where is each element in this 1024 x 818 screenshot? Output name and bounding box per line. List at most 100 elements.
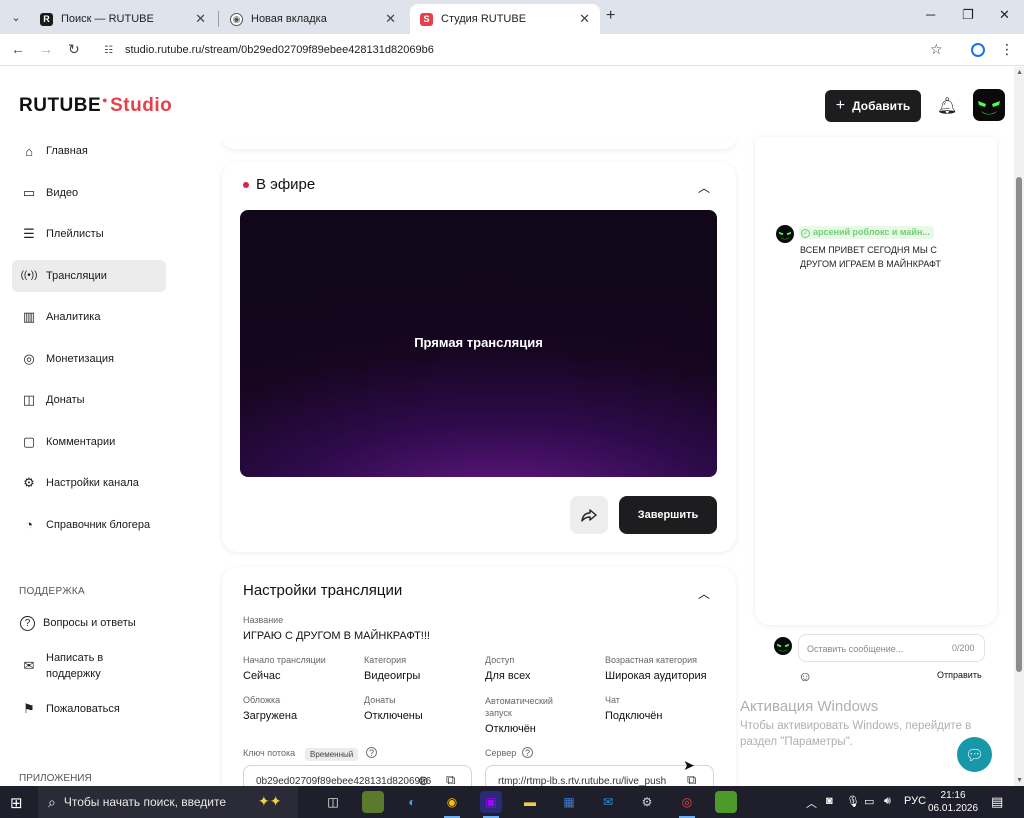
tab-new-tab[interactable]: ◉ Новая вкладка ✕ <box>220 4 406 34</box>
sidebar-item-contact-support[interactable]: ✉ Написать в поддержку <box>12 645 172 687</box>
category-value: Видеоигры <box>364 670 421 682</box>
share-button[interactable] <box>570 496 608 534</box>
tray-camera-icon[interactable]: ◙ <box>826 795 833 807</box>
notification-center-icon[interactable]: ▤ <box>991 794 1003 810</box>
close-icon[interactable]: ✕ <box>385 11 396 27</box>
tab-separator <box>218 11 219 27</box>
close-icon[interactable]: ✕ <box>579 11 590 27</box>
sidebar-item-playlists[interactable]: ☰ Плейлисты <box>12 218 172 250</box>
sidebar-item-label: Написать в поддержку <box>46 652 104 680</box>
server-field[interactable]: rtmp://rtmp-lb.s.rtv.rutube.ru/live_push <box>485 765 714 786</box>
studio-logo[interactable]: RUTUBE ● Studio <box>19 95 172 117</box>
sidebar-item-home[interactable]: ⌂ Главная <box>12 135 172 167</box>
sidebar-item-faq[interactable]: ? Вопросы и ответы <box>12 607 172 639</box>
sidebar-item-comments[interactable]: ▢ Комментарии <box>12 426 172 458</box>
tray-expand-icon[interactable]: ︿ <box>806 795 817 811</box>
microphone-icon[interactable]: 🎙︎ <box>846 795 860 808</box>
sidebar-item-monetization[interactable]: ◎ Монетизация <box>12 343 172 375</box>
sidebar-item-report[interactable]: ⚑ Пожаловаться <box>12 693 172 725</box>
profile-icon[interactable] <box>971 43 985 57</box>
task-view-icon[interactable]: ◫ <box>322 791 344 813</box>
bookmark-star-icon[interactable]: ☆ <box>930 41 943 58</box>
sidebar-item-label: Плейлисты <box>46 228 104 240</box>
stream-key-field[interactable]: 0b29ed02709f89ebee428131d82069b6 <box>243 765 472 786</box>
minecraft-icon[interactable] <box>715 791 737 813</box>
donate-icon: ◫ <box>22 392 36 407</box>
add-button[interactable]: + Добавить <box>825 90 921 122</box>
info-icon[interactable]: ? <box>366 747 377 758</box>
forward-arrow-icon[interactable]: → <box>39 41 53 57</box>
scroll-up-arrow-icon[interactable]: ▲ <box>1016 69 1023 76</box>
sidebar-item-broadcasts[interactable]: ((•)) Трансляции <box>12 259 166 292</box>
maximize-icon[interactable]: ❐ <box>962 7 974 23</box>
edge-icon[interactable]: ◐ <box>401 791 423 813</box>
scroll-down-arrow-icon[interactable]: ▼ <box>1016 777 1023 784</box>
rutube-icon: R <box>40 12 53 26</box>
scrollbar-thumb[interactable] <box>1016 177 1022 672</box>
copy-icon[interactable]: ⧉ <box>446 772 455 786</box>
browser-menu-icon[interactable]: ⋮ <box>1000 41 1014 58</box>
donations-label: Донаты <box>364 695 396 705</box>
sidebar-item-donations[interactable]: ◫ Донаты <box>12 384 172 416</box>
sidebar-item-blogger-guide[interactable]: ◔ Справочник блогера <box>12 509 172 541</box>
outlook-icon[interactable]: ✉ <box>597 791 619 813</box>
back-arrow-icon[interactable]: ← <box>11 41 25 57</box>
windows-start-icon[interactable]: ⊞ <box>10 794 23 812</box>
eye-hidden-icon[interactable]: ⊘ <box>418 773 429 786</box>
sidebar-item-video[interactable]: ▭ Видео <box>12 177 172 209</box>
recording-app-icon[interactable]: ◎ <box>676 791 698 813</box>
chrome-taskbar-icon[interactable]: ◉ <box>441 791 463 813</box>
send-message-button[interactable]: Отправить <box>937 670 982 680</box>
sidebar-item-channel-settings[interactable]: ⚙ Настройки канала <box>12 467 172 499</box>
language-indicator[interactable]: РУС <box>904 795 926 807</box>
file-explorer-icon[interactable]: ▬ <box>519 791 541 813</box>
finish-stream-button[interactable]: Завершить <box>619 496 717 534</box>
monetization-icon: ◎ <box>23 350 35 366</box>
help-chat-button[interactable]: 💬︎ <box>957 737 992 772</box>
minecraft-launcher-icon[interactable] <box>362 791 384 813</box>
taskbar-clock[interactable]: 21:16 06.01.2026 <box>928 789 978 815</box>
tab-rutube-studio[interactable]: S Студия RUTUBE ✕ <box>410 4 600 34</box>
browser-tab-bar: ⌄ R Поиск — RUTUBE ✕ ◉ Новая вкладка ✕ S… <box>0 0 1024 34</box>
chevron-up-icon[interactable]: ︿ <box>698 179 710 196</box>
creeper-face-icon <box>776 643 790 652</box>
minimize-icon[interactable]: ─ <box>926 7 935 22</box>
tab-rutube-search[interactable]: R Поиск — RUTUBE ✕ <box>30 4 216 34</box>
obs-icon[interactable]: ▣ <box>480 791 502 813</box>
copy-icon[interactable]: ⧉ <box>687 772 696 786</box>
settings-taskbar-icon[interactable]: ⚙ <box>636 791 658 813</box>
page-scrollbar[interactable]: ▲ ▼ <box>1014 67 1024 786</box>
age-category-value: Широкая аудитория <box>605 670 707 682</box>
url-field[interactable]: ☷ studio.rutube.ru/stream/0b29ed02709f89… <box>96 38 956 62</box>
chevron-up-icon[interactable]: ︿ <box>698 585 710 602</box>
info-icon[interactable]: ? <box>522 747 533 758</box>
watermark-title: Активация Windows <box>740 698 879 715</box>
analytics-icon: ▥ <box>22 309 36 324</box>
faq-icon: ? <box>20 615 35 631</box>
chat-author-name[interactable]: ✓ арсений роблокс и майн... <box>799 226 934 239</box>
sidebar-item-analytics[interactable]: ▥ Аналитика <box>12 301 172 333</box>
video-player[interactable]: Прямая трансляция <box>240 210 717 477</box>
tab-title: Поиск — RUTUBE <box>61 13 154 25</box>
tab-title: Студия RUTUBE <box>441 13 527 25</box>
tab-list-chevron-icon[interactable]: ⌄ <box>6 7 26 27</box>
close-icon[interactable]: ✕ <box>195 11 206 27</box>
window-close-icon[interactable]: ✕ <box>999 7 1010 23</box>
apps-section-title: ПРИЛОЖЕНИЯ <box>19 773 92 784</box>
url-text: studio.rutube.ru/stream/0b29ed02709f89eb… <box>124 44 434 56</box>
volume-icon[interactable]: 🔊︎ <box>884 795 891 808</box>
site-info-icon[interactable]: ☷ <box>104 45 113 56</box>
new-tab-plus-icon[interactable]: + <box>606 7 615 25</box>
avatar[interactable] <box>973 89 1005 121</box>
sidebar-item-label: Донаты <box>46 394 85 406</box>
notifications-bell-icon[interactable]: 🔔︎ <box>937 96 957 116</box>
stream-name-value: ИГРАЮ С ДРУГОМ В МАЙНКРАФТ!!! <box>243 630 430 642</box>
network-icon[interactable]: ▭ <box>864 795 874 808</box>
comments-icon: ▢ <box>22 433 36 449</box>
guide-icon: ◔ <box>25 517 33 532</box>
store-icon[interactable]: ▦ <box>558 791 580 813</box>
reload-icon[interactable]: ↻ <box>68 41 80 58</box>
emoji-smile-icon[interactable]: ☺ <box>798 668 812 684</box>
copilot-sparkle-icon[interactable]: ✦✦ <box>258 793 281 810</box>
clock-time: 21:16 <box>940 790 966 801</box>
